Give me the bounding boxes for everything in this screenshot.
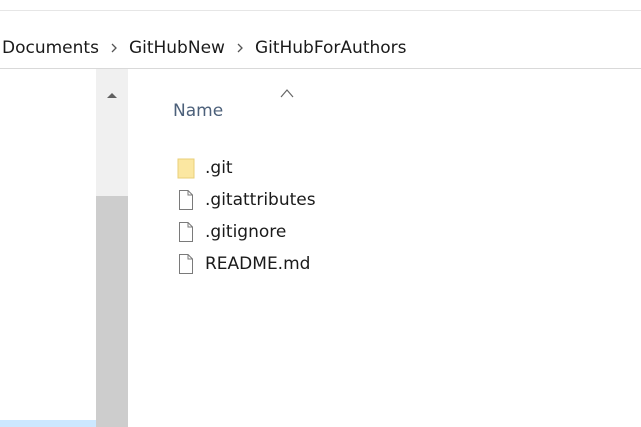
navigation-pane: [0, 69, 96, 427]
folder-icon: [176, 157, 196, 179]
file-name: .gitignore: [205, 222, 287, 242]
sort-ascending-icon: [280, 83, 294, 98]
column-header-name[interactable]: Name: [173, 96, 223, 126]
file-icon: [176, 189, 196, 211]
scroll-up-arrow-icon[interactable]: [96, 84, 128, 106]
list-item[interactable]: .gitignore: [176, 216, 576, 248]
file-name: .git: [205, 158, 233, 178]
breadcrumb-item-githubforauthors[interactable]: GitHubForAuthors: [253, 38, 409, 58]
file-name: .gitattributes: [205, 190, 316, 210]
file-name: README.md: [205, 254, 311, 274]
list-item[interactable]: README.md: [176, 248, 576, 280]
chevron-right-icon[interactable]: [227, 43, 253, 53]
nav-selected-item[interactable]: [0, 420, 96, 427]
nav-scrollbar[interactable]: [96, 69, 128, 427]
chevron-right-icon[interactable]: [101, 43, 127, 53]
breadcrumb-item-documents[interactable]: Documents: [0, 38, 101, 58]
file-list: .git .gitattributes .gitignore README.md: [176, 152, 576, 280]
address-bar[interactable]: Documents GitHubNew GitHubForAuthors: [0, 28, 641, 69]
column-header-label: Name: [173, 101, 224, 121]
top-divider: [0, 10, 641, 11]
breadcrumb-item-githubnew[interactable]: GitHubNew: [127, 38, 227, 58]
breadcrumb: Documents GitHubNew GitHubForAuthors: [0, 28, 409, 68]
scroll-thumb[interactable]: [96, 196, 128, 427]
file-icon: [176, 253, 196, 275]
list-item[interactable]: .gitattributes: [176, 184, 576, 216]
file-icon: [176, 221, 196, 243]
list-item[interactable]: .git: [176, 152, 576, 184]
